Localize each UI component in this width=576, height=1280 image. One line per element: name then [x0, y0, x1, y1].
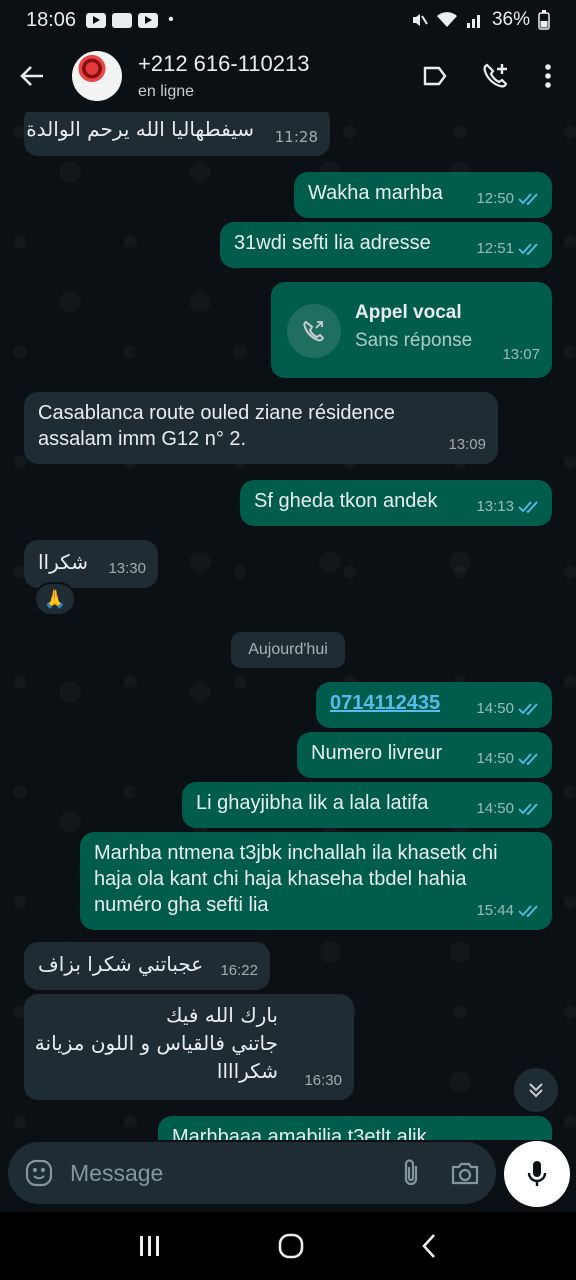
back-button[interactable] [0, 40, 64, 112]
message-text: Marhba ntmena t3jbk inchallah ila khaset… [94, 842, 498, 916]
message-time: 12:51 [476, 240, 514, 257]
double-chevron-down-icon [529, 1083, 543, 1098]
message-input[interactable]: Message [70, 1160, 400, 1187]
read-receipt-icon [518, 803, 538, 815]
read-receipt-icon [518, 243, 538, 255]
message-time: 14:50 [476, 700, 514, 717]
contact-name: +212 616-110213 [138, 51, 310, 76]
home-icon[interactable] [277, 1232, 305, 1260]
status-bar: 18:06 • 36% [0, 0, 576, 40]
label-icon[interactable] [422, 65, 448, 87]
message-outgoing[interactable]: Numero livreur 14:50 [297, 732, 552, 778]
system-navigation-bar [0, 1212, 576, 1280]
message-text-line-3: شكراااا [216, 1059, 278, 1083]
message-time: 16:22 [220, 962, 258, 979]
message-incoming[interactable]: عجباتني شكرا بزاف 16:22 [24, 942, 270, 990]
arrow-left-icon [20, 66, 43, 86]
message-text: Marhbaaa amabilia t3etlt alik [172, 1126, 427, 1140]
add-call-icon[interactable] [482, 62, 510, 90]
message-outgoing[interactable]: Marhba ntmena t3jbk inchallah ila khaset… [80, 832, 552, 930]
missed-call-message[interactable]: Appel vocal Sans réponse 13:07 [271, 282, 552, 378]
message-reaction[interactable]: 🙏 [34, 582, 76, 616]
status-time: 18:06 [26, 8, 77, 31]
phone-call-icon [303, 320, 325, 342]
voice-message-button[interactable] [504, 1141, 570, 1207]
battery-percentage: 36% [491, 9, 530, 30]
message-input-bar: Message [0, 1140, 576, 1212]
call-icon-circle [287, 304, 341, 358]
message-text: عجباتني شكرا بزاف [38, 952, 204, 976]
message-text: Casablanca route ouled ziane résidence a… [38, 402, 395, 450]
mute-icon [412, 14, 428, 26]
signal-icon [466, 15, 480, 28]
more-options-icon[interactable] [544, 63, 552, 89]
phone-number-link[interactable]: 0714112435 [330, 692, 440, 714]
chat-header: +212 616-110213 en ligne [0, 40, 576, 112]
message-text: Li ghayjibha lik a lala latifa [196, 792, 429, 814]
battery-icon [538, 10, 550, 30]
recent-apps-icon[interactable] [137, 1234, 163, 1258]
message-incoming[interactable]: Casablanca route ouled ziane résidence a… [24, 392, 498, 464]
message-outgoing[interactable]: 0714112435 14:50 [316, 682, 552, 728]
message-text: Wakha marhba [308, 182, 443, 204]
chat-messages[interactable]: سيفطهاليا الله يرحم الوالدة 11:28 Wakha … [0, 112, 576, 1140]
read-receipt-icon [518, 753, 538, 765]
camera-icon[interactable] [450, 1160, 480, 1186]
message-text: Numero livreur [311, 742, 443, 764]
message-time: 13:09 [448, 436, 486, 453]
microphone-icon [527, 1161, 547, 1186]
call-status: Sans réponse [355, 330, 473, 351]
contact-presence: en ligne [138, 83, 195, 100]
contact-avatar[interactable] [72, 51, 122, 101]
date-separator: Aujourd'hui [231, 632, 345, 668]
emoji-sticker-icon[interactable] [24, 1158, 54, 1188]
read-receipt-icon [518, 703, 538, 715]
attachment-icon[interactable] [400, 1158, 422, 1188]
message-time: 13:30 [108, 560, 146, 577]
read-receipt-icon [518, 905, 538, 917]
message-text-line-1: بارك الله فيك [166, 1003, 278, 1027]
message-time: 11:28 [274, 128, 318, 146]
call-title: Appel vocal [355, 302, 462, 323]
message-incoming[interactable]: سيفطهاليا الله يرحم الوالدة 11:28 [24, 112, 330, 156]
read-receipt-icon [518, 501, 538, 513]
wifi-icon [436, 12, 457, 27]
message-text: شكراا [38, 550, 88, 574]
message-composer[interactable]: Message [8, 1142, 496, 1204]
message-time: 13:07 [502, 346, 540, 363]
message-outgoing[interactable]: Li ghayjibha lik a lala latifa 14:50 [182, 782, 552, 828]
pray-emoji: 🙏 [43, 588, 67, 609]
youtube-notification-icon-2 [138, 12, 159, 28]
message-time: 12:50 [476, 190, 514, 207]
message-text: Sf gheda tkon andek [254, 490, 438, 512]
youtube-notification-icon [86, 12, 107, 28]
contact-info[interactable]: +212 616-110213 en ligne [138, 51, 422, 101]
message-time: 13:13 [476, 498, 514, 515]
message-outgoing[interactable]: Wakha marhba 12:50 [294, 172, 552, 218]
gallery-notification-icon [112, 12, 133, 28]
message-outgoing[interactable]: 31wdi sefti lia adresse 12:51 [220, 222, 552, 268]
message-outgoing-partial[interactable]: Marhbaaa amabilia t3etlt alik [158, 1116, 552, 1140]
read-receipt-icon [518, 193, 538, 205]
message-time: 16:30 [304, 1072, 342, 1089]
more-notifications-dot-icon: • [168, 11, 174, 28]
message-outgoing[interactable]: Sf gheda tkon andek 13:13 [240, 480, 552, 526]
back-navigation-icon[interactable] [419, 1232, 439, 1260]
message-incoming[interactable]: شكراا 13:30 [24, 540, 158, 588]
message-text: 31wdi sefti lia adresse [234, 232, 431, 254]
message-text-line-2: جاتني فالقياس و اللون مزيانة [34, 1031, 278, 1055]
message-time: 14:50 [476, 800, 514, 817]
message-incoming[interactable]: بارك الله فيك جاتني فالقياس و اللون مزيا… [24, 994, 354, 1100]
scroll-to-bottom-button[interactable] [514, 1068, 558, 1112]
message-time: 14:50 [476, 750, 514, 767]
message-time: 15:44 [476, 902, 514, 919]
message-text: سيفطهاليا الله يرحم الوالدة [26, 117, 254, 141]
